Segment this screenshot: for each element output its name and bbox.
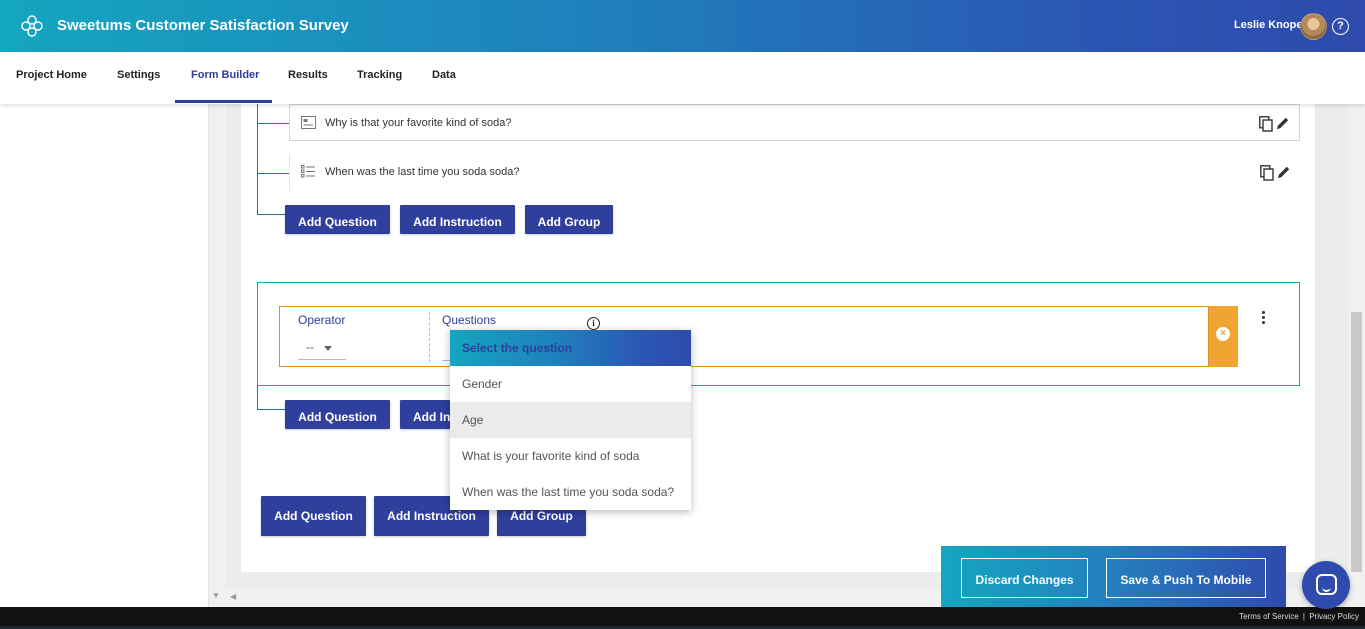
add-group-button[interactable]: Add Group [525, 205, 613, 234]
questions-label: Questions [442, 313, 497, 327]
dropdown-header: Select the question [450, 330, 691, 366]
tab-project-home[interactable]: Project Home [16, 52, 87, 104]
dropdown-option[interactable]: Age [450, 402, 691, 438]
tree-line [257, 386, 258, 409]
tab-form-builder[interactable]: Form Builder [191, 52, 259, 104]
save-push-button[interactable]: Save & Push To Mobile [1106, 558, 1266, 598]
question-text: Why is that your favorite kind of soda? [325, 117, 512, 129]
tab-settings[interactable]: Settings [117, 52, 160, 104]
tab-data[interactable]: Data [432, 52, 456, 104]
info-icon[interactable]: i [587, 317, 600, 330]
main-nav: Project Home Settings Form Builder Resul… [0, 52, 1365, 104]
sidebar-scrollbar[interactable] [208, 104, 226, 607]
tree-line [257, 104, 258, 215]
terms-link[interactable]: Terms of Service [1239, 612, 1299, 621]
chat-icon [1316, 574, 1337, 595]
vertical-scrollbar-thumb[interactable] [1351, 312, 1362, 572]
list-icon [301, 165, 315, 178]
tab-tracking[interactable]: Tracking [357, 52, 402, 104]
close-circle-icon[interactable]: × [1216, 327, 1230, 341]
question-text: When was the last time you soda soda? [325, 166, 520, 178]
user-name[interactable]: Leslie Knope [1234, 19, 1302, 31]
chevron-down-icon[interactable] [324, 346, 332, 351]
tree-branch [257, 409, 285, 410]
add-instruction-button[interactable]: Add Instruction [400, 205, 515, 234]
dropdown-option[interactable]: What is your favorite kind of soda [450, 438, 691, 474]
question-row[interactable]: When was the last time you soda soda? [289, 154, 1300, 191]
tree-branch [257, 123, 289, 124]
question-row[interactable]: Why is that your favorite kind of soda? [289, 104, 1300, 141]
scroll-down-arrow-icon[interactable]: ▼ [212, 591, 220, 600]
operator-label: Operator [298, 313, 346, 327]
more-options-icon[interactable] [1262, 311, 1266, 326]
copy-icon[interactable] [1259, 116, 1273, 132]
add-question-button[interactable]: Add Question [285, 205, 390, 234]
avatar[interactable] [1300, 13, 1327, 40]
tree-branch [257, 173, 289, 174]
app-header: Sweetums Customer Satisfaction Survey Le… [0, 0, 1365, 52]
tab-results[interactable]: Results [288, 52, 328, 104]
tree-branch [257, 214, 285, 215]
active-tab-indicator [175, 100, 272, 103]
text-field-icon [301, 116, 316, 129]
add-question-button[interactable]: Add Question [285, 400, 390, 429]
operator-select[interactable]: -- [298, 340, 346, 360]
discard-changes-button[interactable]: Discard Changes [961, 558, 1088, 598]
dropdown-option[interactable]: When was the last time you soda soda? [450, 474, 691, 510]
operator-value: -- [306, 340, 314, 354]
left-sidebar [0, 104, 208, 607]
condition-divider [429, 312, 430, 362]
question-dropdown: Select the question Gender Age What is y… [450, 330, 691, 510]
edit-pencil-icon[interactable] [1277, 165, 1291, 179]
copy-icon[interactable] [1260, 165, 1274, 181]
privacy-link[interactable]: Privacy Policy [1309, 612, 1359, 621]
edit-pencil-icon[interactable] [1276, 116, 1290, 130]
dropdown-option[interactable]: Gender [450, 366, 691, 402]
flower-logo-icon[interactable] [20, 14, 44, 38]
footer-links: Terms of Service | Privacy Policy [1237, 612, 1359, 621]
help-icon[interactable]: ? [1332, 18, 1349, 35]
footer-separator: | [1302, 612, 1305, 621]
chat-launcher[interactable] [1302, 561, 1350, 609]
condition-row [279, 306, 1209, 367]
add-question-button[interactable]: Add Question [261, 496, 366, 536]
scroll-left-arrow-icon[interactable]: ◀ [230, 592, 236, 601]
app-title: Sweetums Customer Satisfaction Survey [57, 17, 349, 34]
